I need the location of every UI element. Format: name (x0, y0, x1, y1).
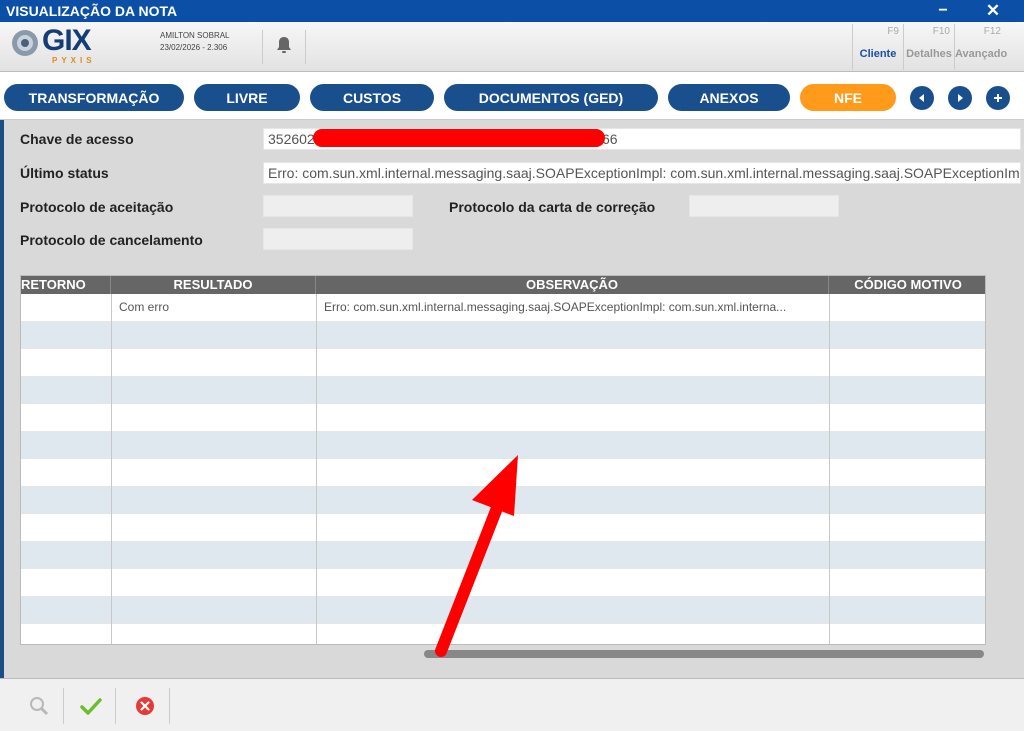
cell-resultado: Com erro (119, 300, 170, 314)
table-header: RETORNO RESULTADO OBSERVAÇÃO CÓDIGO MOTI… (21, 276, 985, 294)
cancel-button[interactable] (120, 688, 170, 724)
tab-anexos[interactable]: ANEXOS (668, 84, 790, 111)
app-header: GIX PYXIS AMILTON SOBRAL 23/02/2026 - 2.… (0, 22, 1024, 72)
protocolo-aceitacao-label: Protocolo de aceitação (20, 199, 174, 215)
user-info: AMILTON SOBRAL 23/02/2026 - 2.306 (160, 30, 230, 54)
column-header-observacao[interactable]: OBSERVAÇÃO (316, 276, 829, 294)
table-row-empty[interactable] (21, 459, 985, 487)
protocolo-carta-field[interactable] (689, 195, 839, 217)
fkey-label: Detalhes (906, 48, 952, 60)
table-row-empty[interactable] (21, 624, 985, 644)
protocolo-cancelamento-label: Protocolo de cancelamento (20, 232, 203, 248)
table-row-empty[interactable] (21, 404, 985, 432)
column-header-resultado[interactable]: RESULTADO (111, 276, 316, 294)
protocolo-carta-label: Protocolo da carta de correção (449, 199, 656, 215)
fkey-number: F9 (887, 26, 899, 37)
search-icon (29, 697, 48, 716)
retorno-table: RETORNO RESULTADO OBSERVAÇÃO CÓDIGO MOTI… (20, 275, 986, 645)
table-row[interactable]: Com erro Erro: com.sun.xml.internal.mess… (21, 294, 985, 322)
search-button[interactable] (14, 688, 64, 724)
close-window-button[interactable]: ✕ (980, 0, 1006, 22)
fkey-label: Cliente (859, 48, 897, 60)
function-keys: F9 Cliente F10 Detalhes F12 Avançado (852, 24, 1008, 70)
tab-livre[interactable]: LIVRE (194, 84, 300, 111)
cell-retorno (21, 294, 111, 321)
horizontal-scrollbar[interactable] (424, 650, 984, 658)
confirm-button[interactable] (66, 688, 116, 724)
footer-toolbar (0, 678, 1024, 731)
fkey-detalhes[interactable]: F10 Detalhes (903, 24, 954, 70)
protocolo-cancelamento-field[interactable] (263, 228, 413, 250)
table-row-empty[interactable] (21, 376, 985, 404)
logo-subtitle: PYXIS (52, 56, 96, 65)
arrow-left-icon (919, 94, 924, 102)
table-row-empty[interactable] (21, 486, 985, 514)
cell-observacao: Erro: com.sun.xml.internal.messaging.saa… (324, 300, 787, 314)
close-circle-icon (135, 697, 154, 715)
column-divider (829, 294, 830, 644)
column-header-codigo-motivo[interactable]: CÓDIGO MOTIVO (829, 276, 985, 294)
plus-icon (994, 94, 1002, 102)
column-header-retorno[interactable]: RETORNO (21, 276, 111, 294)
notifications-button[interactable] (262, 30, 306, 64)
main-content: Chave de acesso 352602 66 Último status … (4, 120, 1024, 678)
table-row-empty[interactable] (21, 569, 985, 597)
chave-acesso-prefix: 352602 (268, 131, 315, 147)
minimize-button[interactable]: − (930, 0, 956, 22)
tab-transformacao[interactable]: TRANSFORMAÇÃO (4, 84, 184, 111)
arrow-right-icon (958, 94, 963, 102)
table-row-empty[interactable] (21, 321, 985, 349)
tab-documentos-ged[interactable]: DOCUMENTOS (GED) (444, 84, 658, 111)
fkey-number: F10 (932, 26, 950, 37)
protocolo-aceitacao-field[interactable] (263, 195, 413, 217)
tab-bar: TRANSFORMAÇÃO LIVRE CUSTOS DOCUMENTOS (G… (0, 72, 1024, 120)
chave-acesso-label: Chave de acesso (20, 131, 134, 147)
app-logo: GIX PYXIS (8, 24, 128, 66)
next-tab-button[interactable] (948, 86, 972, 110)
window-title: VISUALIZAÇÃO DA NOTA (6, 3, 178, 19)
table-row-empty[interactable] (21, 541, 985, 569)
previous-tab-button[interactable] (910, 86, 934, 110)
table-row-empty[interactable] (21, 514, 985, 542)
redaction-mark (313, 129, 605, 147)
bell-icon (276, 36, 292, 59)
table-row-empty[interactable] (21, 596, 985, 624)
user-name: AMILTON SOBRAL (160, 31, 230, 40)
table-row-empty[interactable] (21, 349, 985, 377)
user-date-version: 23/02/2026 - 2.306 (160, 43, 228, 52)
table-row-empty[interactable] (21, 431, 985, 459)
ultimo-status-label: Último status (20, 165, 109, 181)
tab-custos[interactable]: CUSTOS (310, 84, 434, 111)
tab-nfe[interactable]: NFE (800, 84, 896, 111)
add-tab-button[interactable] (986, 86, 1010, 110)
fkey-avancado[interactable]: F12 Avançado (954, 24, 1008, 70)
logo-brand: GIX (42, 24, 92, 57)
cell-codigo-motivo (829, 294, 985, 321)
fkey-cliente[interactable]: F9 Cliente (852, 24, 903, 70)
column-divider (111, 294, 112, 644)
fkey-label: Avançado (955, 48, 1008, 60)
column-divider (316, 294, 317, 644)
check-icon (79, 698, 102, 715)
title-bar: VISUALIZAÇÃO DA NOTA − ✕ (0, 0, 1024, 22)
fkey-number: F12 (983, 26, 1001, 37)
ultimo-status-field[interactable]: Erro: com.sun.xml.internal.messaging.saa… (263, 162, 1021, 184)
